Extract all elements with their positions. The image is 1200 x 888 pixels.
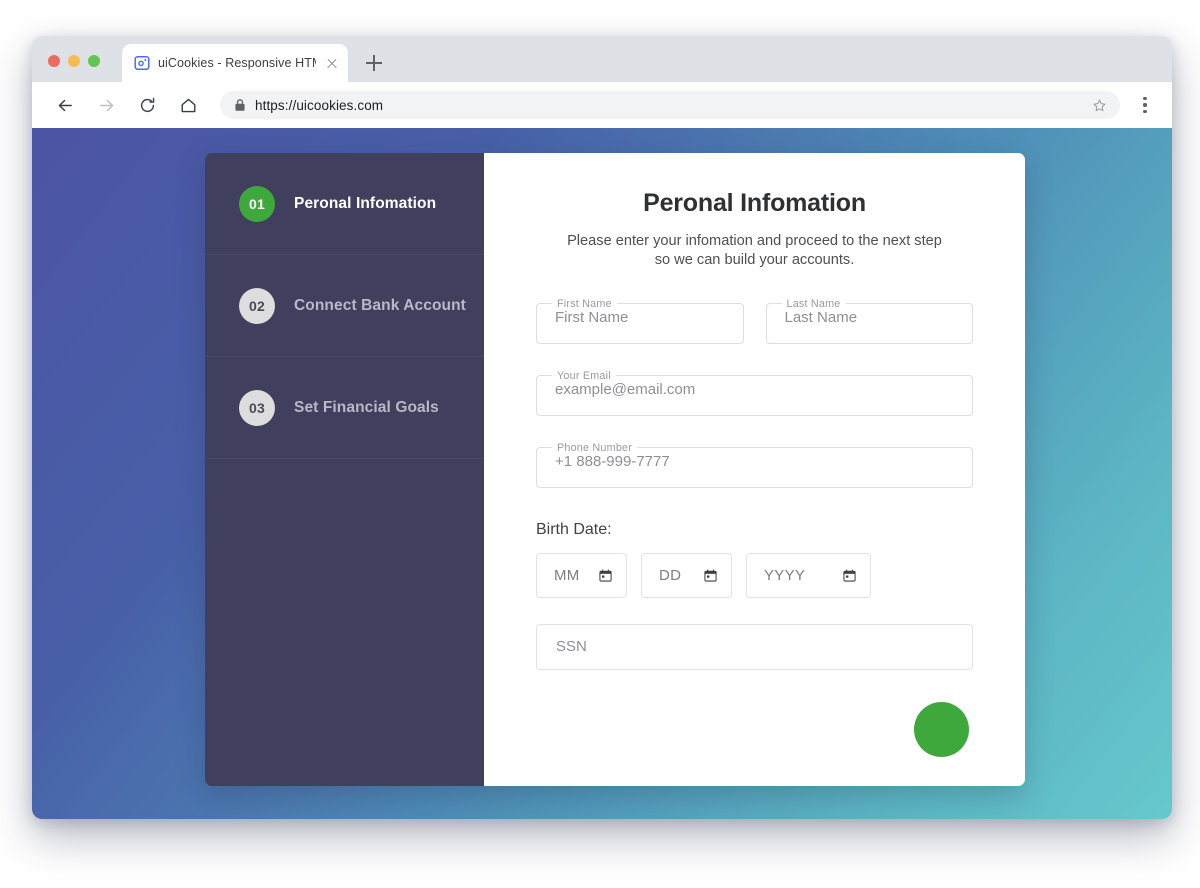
arrow-right-icon [99,99,113,111]
name-fields-row: First Name First Name Last Name Last Nam… [536,297,973,344]
three-dot-menu-icon [1143,97,1147,101]
step-label: Connect Bank Account [294,296,466,314]
birth-day-input[interactable]: DD [641,552,732,598]
minimize-window-button[interactable] [68,55,80,67]
first-name-field[interactable]: First Name First Name [536,297,744,344]
address-bar[interactable]: https://uicookies.com [220,91,1120,119]
page-subtitle: Please enter your infomation and proceed… [567,233,942,269]
ssn-placeholder: SSN [556,638,587,656]
phone-number-label: Phone Number [557,441,633,454]
step-number-badge: 03 [239,389,275,426]
browser-menu-button[interactable] [1132,90,1158,120]
calendar-icon[interactable] [704,569,717,582]
tab-title: uiCookies - Responsive HTML [158,56,316,70]
birth-month-placeholder: MM [554,566,580,584]
three-dot-menu-icon [1143,103,1147,107]
sidebar-step-personal-information[interactable]: 01 Peronal Infomation [205,153,484,255]
last-name-outline: Last Name [765,297,973,344]
home-button[interactable] [173,90,203,120]
maximize-window-button[interactable] [88,55,100,67]
sidebar-step-connect-bank-account[interactable]: 02 Connect Bank Account [205,255,484,357]
back-button[interactable] [50,90,80,120]
birth-year-input[interactable]: YYYY [746,552,871,598]
birth-date-row: MM DD YYYY [536,552,973,598]
first-name-outline: First Name [536,297,744,344]
email-outline: Your Email [536,369,973,416]
calendar-icon[interactable] [599,569,612,582]
birth-day-placeholder: DD [659,566,682,584]
three-dot-menu-icon [1143,109,1147,113]
next-step-button[interactable] [914,701,969,757]
page-title: Peronal Infomation [643,189,866,217]
forward-button[interactable] [91,90,121,120]
home-icon [181,98,195,112]
birth-year-placeholder: YYYY [764,566,806,584]
page-viewport: 01 Peronal Infomation 02 Connect Bank Ac… [32,128,1172,819]
calendar-icon[interactable] [843,569,856,582]
browser-tab[interactable]: uiCookies - Responsive HTML [122,44,348,82]
browser-window: uiCookies - Responsive HTML https://uico… [32,36,1172,819]
phone-number-outline: Phone Number [536,441,973,488]
first-name-label: First Name [557,297,612,310]
bookmark-button[interactable] [1088,94,1110,116]
form-actions [536,701,973,757]
ssn-input[interactable]: SSN [536,623,973,670]
step-number-badge: 02 [239,287,275,324]
form-panel: Peronal Infomation Please enter your inf… [484,153,1025,786]
star-icon [1093,99,1105,111]
wizard-card: 01 Peronal Infomation 02 Connect Bank Ac… [205,153,1025,786]
birth-month-input[interactable]: MM [536,552,627,598]
email-field[interactable]: Your Email example@email.com [536,369,973,416]
email-label: Your Email [557,369,611,382]
close-window-button[interactable] [48,55,60,67]
window-controls [48,55,100,67]
tab-strip: uiCookies - Responsive HTML [32,36,1172,82]
step-label: Peronal Infomation [294,194,437,212]
app-window-icon [134,56,150,70]
reload-icon [140,97,154,112]
arrow-left-icon [58,99,72,111]
browser-toolbar: https://uicookies.com [32,82,1172,128]
sidebar-filler [205,459,484,786]
last-name-label: Last Name [786,297,841,310]
birth-date-label: Birth Date: [536,520,612,538]
step-number-badge: 01 [239,185,275,222]
sidebar-step-set-financial-goals[interactable]: 03 Set Financial Goals [205,357,484,459]
last-name-field[interactable]: Last Name Last Name [765,297,973,344]
lock-icon [235,99,245,111]
close-tab-icon[interactable] [324,55,340,71]
phone-number-field[interactable]: Phone Number +1 888-999-7777 [536,441,973,488]
url-text: https://uicookies.com [255,97,384,113]
reload-button[interactable] [132,90,162,120]
step-label: Set Financial Goals [294,398,439,416]
new-tab-button[interactable] [360,49,388,77]
wizard-steps-sidebar: 01 Peronal Infomation 02 Connect Bank Ac… [205,153,484,786]
